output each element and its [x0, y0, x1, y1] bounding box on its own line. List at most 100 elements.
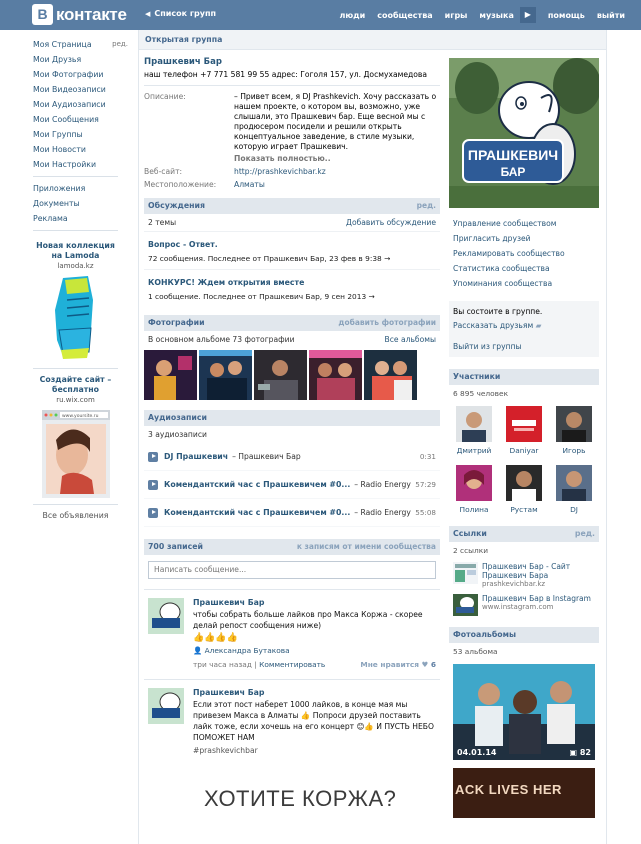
nav-logout[interactable]: выйти [597, 11, 625, 20]
discussions-edit-link[interactable]: ред. [417, 198, 436, 214]
manage-community-link[interactable]: Управление сообществом [449, 216, 599, 231]
post-author[interactable]: Прашкевич Бар [193, 688, 436, 697]
avatar[interactable] [506, 465, 542, 501]
music-play-icon[interactable]: ▶ [519, 7, 536, 23]
group-cover-image[interactable]: ПРАШКЕВИЧ БАР [449, 58, 601, 208]
play-icon[interactable] [148, 451, 158, 462]
all-ads-link[interactable]: Все объявления [33, 511, 118, 520]
nav-communities[interactable]: сообщества [377, 11, 432, 20]
sidebar-item-groups[interactable]: Мои Группы [33, 127, 128, 142]
link-thumb[interactable] [453, 562, 478, 584]
nav-people[interactable]: люди [340, 11, 366, 20]
like-button[interactable]: Мне нравится ♥ 6 [360, 660, 436, 669]
album-thumb[interactable]: 04.01.14 ▣ 82 [453, 664, 595, 760]
album-text: ACK LIVES HER [455, 782, 562, 797]
add-discussion-link[interactable]: Добавить обсуждение [346, 218, 436, 227]
avatar[interactable] [556, 406, 592, 442]
photos-header[interactable]: Фотографии добавить фотографии [144, 315, 440, 331]
albums-header[interactable]: Фотоальбомы [449, 627, 599, 643]
list-item[interactable]: Вопрос - Ответ. 72 сообщения. Последнее … [144, 231, 440, 269]
sidebar-item-ads[interactable]: Реклама [33, 211, 128, 226]
arrow-right-icon[interactable]: → [369, 292, 375, 301]
location-link[interactable]: Алматы [234, 180, 440, 190]
audio-row[interactable]: Комендантский час с Прашкевичем #0... – … [144, 471, 440, 499]
sidebar-item-videos[interactable]: Мои Видеозаписи [33, 82, 128, 97]
website-link[interactable]: http://prashkevichbar.kz [234, 167, 440, 177]
community-posts-link[interactable]: к записям от имени сообщества [297, 539, 436, 555]
post-author[interactable]: Прашкевич Бар [193, 598, 436, 607]
post-image-banner[interactable]: ХОТИТЕ КОРЖА? [184, 774, 424, 834]
member-item[interactable]: DJ [549, 461, 599, 514]
audio-header[interactable]: Аудиозаписи [144, 410, 440, 426]
community-stats-link[interactable]: Статистика сообщества [449, 261, 599, 276]
links-header[interactable]: Ссылки ред. [449, 526, 599, 542]
ad-lamoda[interactable]: Новая коллекция на Lamoda lamoda.kz [33, 241, 118, 364]
arrow-right-icon[interactable]: → [384, 254, 390, 263]
audio-artist[interactable]: DJ Прашкевич [164, 452, 228, 461]
photo-thumb[interactable] [309, 350, 362, 400]
album-thumb[interactable]: ACK LIVES HER [453, 768, 595, 818]
play-icon[interactable] [148, 507, 158, 518]
all-albums-link[interactable]: Все альбомы [384, 335, 436, 344]
topic-title[interactable]: КОНКУРС! Ждем открытия вместе [148, 278, 436, 287]
audio-row[interactable]: Комендантский час с Прашкевичем #0... – … [144, 499, 440, 527]
avatar[interactable] [456, 406, 492, 442]
member-item[interactable]: Игорь [549, 402, 599, 455]
photo-thumb[interactable] [364, 350, 417, 400]
avatar[interactable] [148, 688, 184, 724]
menu-divider [33, 504, 118, 505]
discussions-header[interactable]: Обсуждения ред. [144, 198, 440, 214]
reposter[interactable]: 👤 Александра Бутакова [193, 646, 436, 655]
avatar[interactable] [148, 598, 184, 634]
list-item[interactable]: КОНКУРС! Ждем открытия вместе 1 сообщени… [144, 269, 440, 307]
comment-link[interactable]: Комментировать [259, 660, 325, 669]
add-photos-link[interactable]: добавить фотографии [338, 315, 436, 331]
hashtag-link[interactable]: #prashkevichbar [193, 745, 436, 756]
wall-header[interactable]: 700 записей к записям от имени сообществ… [144, 539, 440, 555]
post-time[interactable]: три часа назад [193, 660, 252, 669]
member-item[interactable]: Рустам [499, 461, 549, 514]
member-item[interactable]: Daniyar [499, 402, 549, 455]
sidebar-item-my-page[interactable]: Моя Страница ред. [33, 37, 128, 52]
play-icon[interactable] [148, 479, 158, 490]
sidebar-item-photos[interactable]: Мои Фотографии [33, 67, 128, 82]
nav-help[interactable]: помощь [548, 11, 585, 20]
community-mentions-link[interactable]: Упоминания сообщества [449, 276, 599, 291]
advertise-community-link[interactable]: Рекламировать сообщество [449, 246, 599, 261]
avatar[interactable] [506, 406, 542, 442]
audio-row[interactable]: DJ Прашкевич – Прашкевич Бар 0:31 [144, 443, 440, 471]
show-full-link[interactable]: Показать полностью.. [234, 154, 440, 164]
photo-thumb[interactable] [254, 350, 307, 400]
invite-friends-link[interactable]: Пригласить друзей [449, 231, 599, 246]
member-item[interactable]: Дмитрий [449, 402, 499, 455]
sidebar-item-settings[interactable]: Мои Настройки [33, 157, 128, 172]
nav-music[interactable]: музыка [479, 11, 513, 20]
avatar[interactable] [456, 465, 492, 501]
tell-friends-link[interactable]: Рассказать друзьям ▰ [453, 321, 595, 330]
nav-games[interactable]: игры [445, 11, 468, 20]
sidebar-item-news[interactable]: Мои Новости [33, 142, 128, 157]
avatar[interactable] [556, 465, 592, 501]
sidebar-item-messages[interactable]: Мои Сообщения [33, 112, 128, 127]
ad-wix[interactable]: Создайте сайт – бесплатно ru.wix.com www… [33, 375, 118, 500]
links-edit-link[interactable]: ред. [575, 526, 595, 542]
sidebar-item-apps[interactable]: Приложения [33, 181, 128, 196]
audio-artist[interactable]: Комендантский час с Прашкевичем #0... [164, 480, 350, 489]
sidebar-item-audio[interactable]: Мои Аудиозаписи [33, 97, 128, 112]
ext-link-item[interactable]: Прашкевич Бар - Сайт Прашкевич Бара pras… [449, 559, 599, 591]
sidebar-item-friends[interactable]: Мои Друзья [33, 52, 128, 67]
members-header[interactable]: Участники [449, 369, 599, 385]
link-thumb[interactable] [453, 594, 478, 616]
group-list-link[interactable]: ◀ Список групп [145, 9, 216, 18]
topic-title[interactable]: Вопрос - Ответ. [148, 240, 436, 249]
photo-thumb[interactable] [199, 350, 252, 400]
vk-logo[interactable]: В контакте [32, 4, 127, 25]
edit-menu-link[interactable]: ред. [112, 37, 128, 52]
sidebar-item-documents[interactable]: Документы [33, 196, 128, 211]
ext-link-item[interactable]: Прашкевич Бар в Instagram www.instagram.… [449, 591, 599, 619]
post-input[interactable]: Написать сообщение... [148, 561, 436, 579]
member-item[interactable]: Полина [449, 461, 499, 514]
leave-group-link[interactable]: Выйти из группы [453, 342, 595, 351]
audio-artist[interactable]: Комендантский час с Прашкевичем #0... [164, 508, 350, 517]
photo-thumb[interactable] [144, 350, 197, 400]
